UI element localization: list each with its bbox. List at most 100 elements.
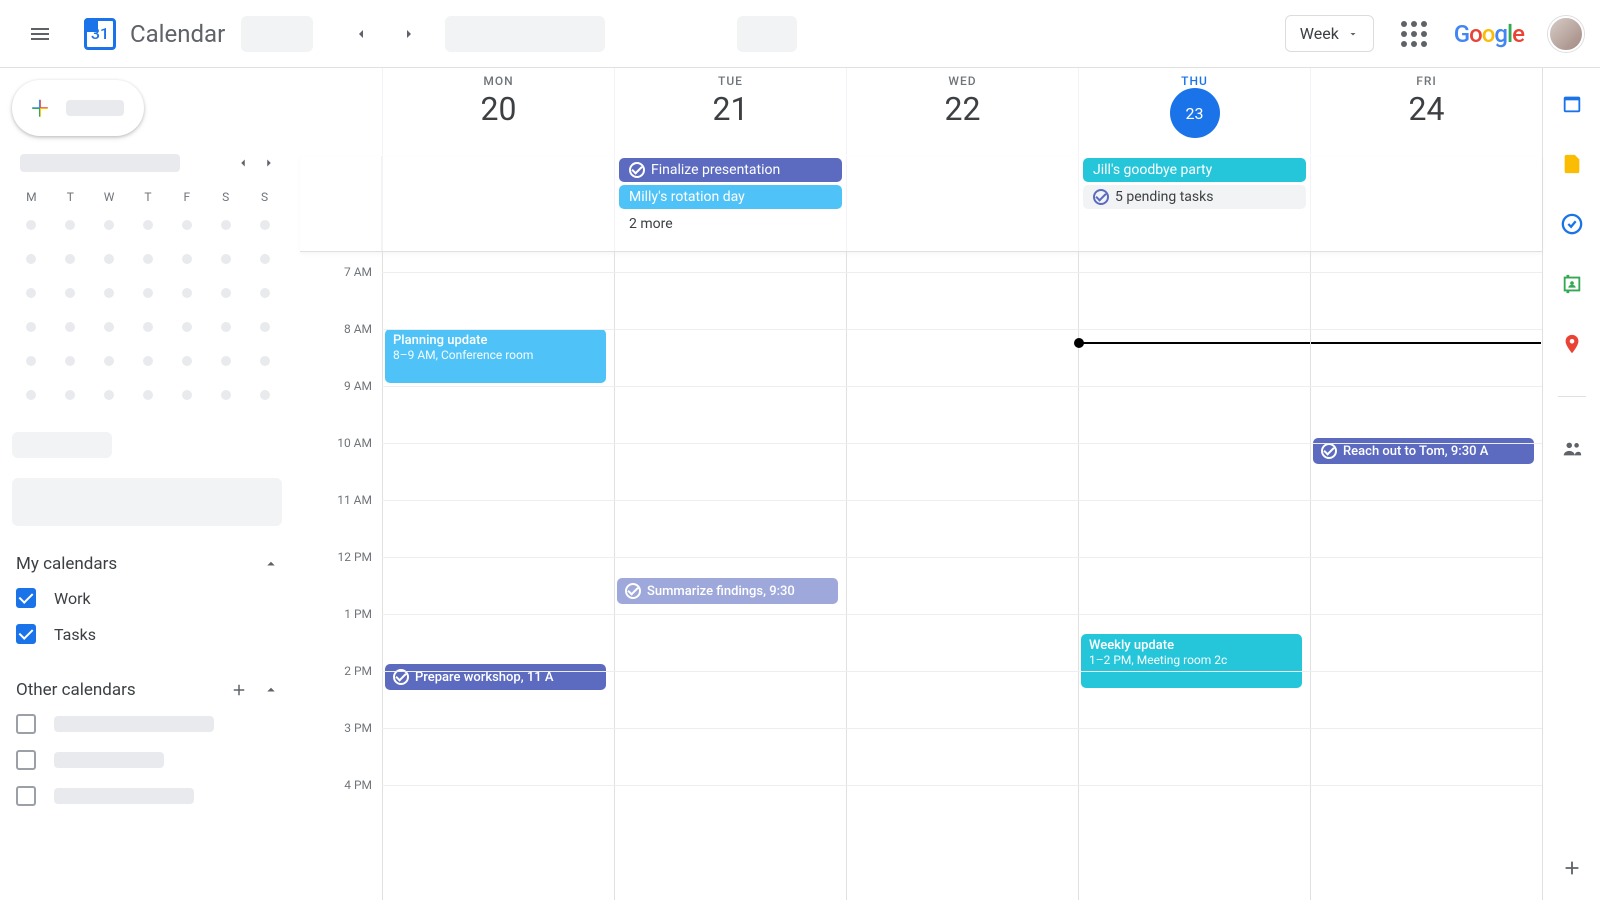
calendar-item-work[interactable]: Work — [12, 580, 284, 616]
allday-chip[interactable]: Jill's goodbye party — [1083, 158, 1306, 182]
mini-day-cell[interactable] — [206, 242, 245, 276]
other-calendar-item[interactable] — [12, 706, 284, 742]
maps-addon-icon[interactable] — [1560, 332, 1584, 356]
day-header[interactable]: THU23 — [1078, 68, 1310, 155]
tasks-addon-icon[interactable] — [1560, 212, 1584, 236]
mini-day-cell[interactable] — [90, 378, 129, 412]
task-event[interactable]: Prepare workshop, 11 A — [385, 664, 606, 690]
mini-day-cell[interactable] — [12, 242, 51, 276]
mini-day-cell[interactable] — [245, 276, 284, 310]
mini-day-cell[interactable] — [129, 310, 168, 344]
mini-day-cell[interactable] — [12, 344, 51, 378]
mini-calendar[interactable]: MTWTFSS — [12, 186, 284, 412]
mini-prev-button[interactable] — [236, 156, 250, 170]
mini-day-cell[interactable] — [51, 310, 90, 344]
mini-day-cell[interactable] — [206, 208, 245, 242]
day-col-fri[interactable]: Reach out to Tom, 9:30 A — [1310, 252, 1542, 900]
mini-day-cell[interactable] — [51, 208, 90, 242]
mini-next-button[interactable] — [262, 156, 276, 170]
calendar-item-tasks[interactable]: Tasks — [12, 616, 284, 652]
my-calendars-header[interactable]: My calendars — [12, 548, 284, 580]
prev-period-button[interactable] — [341, 14, 381, 54]
mini-day-cell[interactable] — [90, 276, 129, 310]
mini-day-cell[interactable] — [245, 344, 284, 378]
mini-day-cell[interactable] — [129, 344, 168, 378]
mini-day-cell[interactable] — [12, 378, 51, 412]
mini-day-cell[interactable] — [51, 276, 90, 310]
mini-day-cell[interactable] — [167, 378, 206, 412]
day-col-wed[interactable] — [846, 252, 1078, 900]
create-button[interactable]: + — [12, 80, 144, 136]
mini-day-cell[interactable] — [245, 208, 284, 242]
allday-col-fri[interactable] — [1310, 156, 1542, 251]
allday-chip[interactable]: Milly's rotation day — [619, 185, 842, 209]
header-placeholder[interactable] — [737, 16, 797, 52]
allday-col-mon[interactable] — [382, 156, 614, 251]
mini-day-cell[interactable] — [51, 344, 90, 378]
mini-day-cell[interactable] — [90, 344, 129, 378]
mini-day-cell[interactable] — [51, 378, 90, 412]
allday-chip[interactable]: 2 more — [619, 212, 842, 236]
keep-addon-icon[interactable] — [1560, 152, 1584, 176]
mini-day-cell[interactable] — [90, 242, 129, 276]
get-addons-button[interactable] — [1560, 856, 1584, 880]
day-col-tue[interactable]: Summarize findings, 9:30 — [614, 252, 846, 900]
day-header[interactable]: WED22 — [846, 68, 1078, 155]
allday-col-tue[interactable]: Finalize presentation Milly's rotation da… — [614, 156, 846, 251]
task-event[interactable]: Reach out to Tom, 9:30 A — [1313, 438, 1534, 464]
mini-day-cell[interactable] — [167, 344, 206, 378]
mini-day-cell[interactable] — [51, 242, 90, 276]
day-col-thu[interactable]: Weekly update1–2 PM, Meeting room 2c — [1078, 252, 1310, 900]
checkbox-tasks[interactable] — [16, 624, 36, 644]
mini-day-cell[interactable] — [12, 208, 51, 242]
mini-day-cell[interactable] — [206, 378, 245, 412]
today-button-placeholder[interactable] — [241, 16, 313, 52]
google-apps-button[interactable] — [1390, 10, 1438, 58]
allday-col-thu[interactable]: Jill's goodbye party 5 pending tasks — [1078, 156, 1310, 251]
mini-day-cell[interactable] — [129, 378, 168, 412]
app-logo[interactable]: Calendar — [80, 14, 225, 54]
mini-day-cell[interactable] — [90, 208, 129, 242]
day-header[interactable]: TUE21 — [614, 68, 846, 155]
mini-day-cell[interactable] — [206, 276, 245, 310]
mini-day-cell[interactable] — [129, 208, 168, 242]
day-header[interactable]: FRI24 — [1310, 68, 1542, 155]
day-col-mon[interactable]: Planning update8–9 AM, Conference room Pr… — [382, 252, 614, 900]
timed-event[interactable]: Planning update8–9 AM, Conference room — [385, 329, 606, 383]
timed-event[interactable]: Weekly update1–2 PM, Meeting room 2c — [1081, 634, 1302, 688]
allday-chip[interactable]: 5 pending tasks — [1083, 185, 1306, 209]
mini-day-cell[interactable] — [167, 208, 206, 242]
mini-day-cell[interactable] — [90, 310, 129, 344]
calendar-addon-icon[interactable] — [1560, 92, 1584, 116]
next-period-button[interactable] — [389, 14, 429, 54]
contacts-addon-icon[interactable] — [1560, 272, 1584, 296]
mini-day-cell[interactable] — [167, 310, 206, 344]
checkbox[interactable] — [16, 750, 36, 770]
task-event[interactable]: Summarize findings, 9:30 — [617, 578, 838, 604]
other-calendar-item[interactable] — [12, 778, 284, 814]
checkbox[interactable] — [16, 786, 36, 806]
people-addon-icon[interactable] — [1560, 437, 1584, 461]
mini-day-cell[interactable] — [129, 242, 168, 276]
mini-day-cell[interactable] — [206, 310, 245, 344]
account-avatar[interactable] — [1548, 16, 1584, 52]
mini-day-cell[interactable] — [129, 276, 168, 310]
add-calendar-button[interactable] — [230, 681, 248, 699]
mini-day-cell[interactable] — [12, 310, 51, 344]
main-menu-button[interactable] — [16, 10, 64, 58]
other-calendar-item[interactable] — [12, 742, 284, 778]
mini-day-cell[interactable] — [12, 276, 51, 310]
mini-day-cell[interactable] — [167, 276, 206, 310]
mini-day-cell[interactable] — [245, 310, 284, 344]
other-calendars-header[interactable]: Other calendars — [12, 674, 284, 706]
allday-chip[interactable]: Finalize presentation — [619, 158, 842, 182]
day-header[interactable]: MON20 — [382, 68, 614, 155]
view-switcher[interactable]: Week — [1285, 15, 1374, 52]
mini-day-cell[interactable] — [167, 242, 206, 276]
checkbox-work[interactable] — [16, 588, 36, 608]
allday-col-wed[interactable] — [846, 156, 1078, 251]
mini-day-cell[interactable] — [206, 344, 245, 378]
mini-day-cell[interactable] — [245, 378, 284, 412]
checkbox[interactable] — [16, 714, 36, 734]
date-range-placeholder[interactable] — [445, 16, 605, 52]
